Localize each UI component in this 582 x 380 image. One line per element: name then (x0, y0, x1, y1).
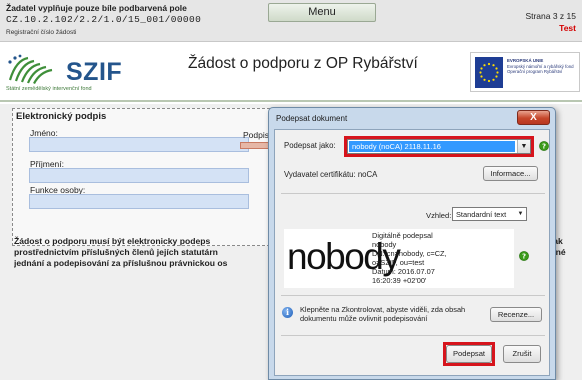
szif-wave-icon (8, 54, 53, 84)
eu-flag-icon (475, 57, 503, 88)
review-notice-text: Klepněte na Zkontrolovat, abyste viděli,… (300, 305, 466, 323)
sign-as-select[interactable]: nobody (noCA) 2118.11.16 ▼ (347, 139, 531, 154)
registration-number-label: Registrační číslo žádosti (6, 29, 77, 36)
signature-label: Podpis (243, 130, 269, 140)
eu-badge-text: EVROPSKÁ UNIE Evropský námořní a rybářsk… (507, 58, 579, 75)
cancel-button[interactable]: Zrušit (503, 345, 541, 363)
environment-badge: Test (559, 23, 576, 33)
sign-as-label: Podepsat jako: (284, 141, 336, 150)
preview-details: Digitálně podepsal nobody DN: cn=nobody,… (372, 231, 447, 285)
paragraph-line-2: prostřednictvím příslušných členů jejích… (14, 247, 218, 257)
svg-text:?: ? (542, 143, 546, 151)
chevron-down-icon[interactable]: ▼ (515, 208, 526, 220)
form-header: Žadatel vyplňuje pouze bíle podbarvená p… (0, 0, 582, 42)
preview-line: DN: cn=nobody, c=CZ, (372, 249, 447, 258)
sign-as-value: nobody (noCA) 2118.11.16 (349, 141, 515, 152)
registration-number: CZ.10.2.102/2.2/1.0/15_001/00000 (6, 14, 202, 25)
instruction-paragraph: Žádost o podporu musí být elektronicky p… (14, 236, 282, 269)
first-name-field[interactable] (29, 137, 249, 152)
sign-document-dialog: Podepsat dokument X Podepsat jako: nobod… (268, 107, 556, 380)
help-icon[interactable]: ? (539, 141, 549, 151)
signature-field-marker[interactable] (240, 142, 270, 149)
szif-wordmark: SZIF (66, 58, 123, 86)
page-indicator: Strana 3 z 15 (525, 11, 576, 21)
menu-button[interactable]: Menu (268, 3, 376, 22)
appearance-value: Standardní text (456, 210, 507, 219)
paragraph-line-1: Žádost o podporu musí být elektronicky p… (14, 236, 211, 246)
appearance-select[interactable]: Standardní text ▼ (452, 207, 527, 221)
page-title: Žádost o podporu z OP Rybářství (188, 55, 418, 72)
issuer-label: Vydavatel certifikátu: noCA (284, 170, 378, 179)
info-icon: i (282, 307, 293, 318)
separator (281, 193, 545, 194)
preview-line: o=SZIF, ou=test (372, 258, 425, 267)
fill-notice: Žadatel vyplňuje pouze bíle podbarvená p… (6, 3, 187, 13)
role-field[interactable] (29, 194, 249, 209)
svg-text:?: ? (522, 253, 526, 261)
preview-line: Digitálně podepsal (372, 231, 433, 240)
close-button[interactable]: X (517, 110, 550, 125)
eu-badge: EVROPSKÁ UNIE Evropský námořní a rybářsk… (470, 52, 580, 92)
help-icon[interactable]: ? (519, 251, 529, 261)
preview-line: Datum: 2016.07.07 (372, 267, 435, 276)
preview-line: nobody (372, 240, 397, 249)
info-button[interactable]: Informace... (483, 166, 538, 181)
separator (281, 335, 545, 336)
dialog-title: Podepsat dokument (276, 114, 348, 123)
appearance-label: Vzhled: (426, 211, 452, 220)
szif-logo: SZIF Státní zemědělský intervenční fond (6, 50, 134, 94)
dialog-content: Podepsat jako: nobody (noCA) 2118.11.16 … (274, 129, 550, 376)
dialog-titlebar[interactable]: Podepsat dokument X (269, 108, 555, 128)
signature-preview: nobody Digitálně podepsal nobody DN: cn=… (284, 229, 514, 288)
review-button[interactable]: Recenze... (490, 307, 542, 322)
last-name-field[interactable] (29, 168, 249, 183)
szif-subtitle: Státní zemědělský intervenční fond (6, 86, 92, 92)
paragraph-line-3: jednání a podepisování za příslušnou prá… (14, 258, 228, 268)
separator (281, 295, 545, 296)
section-title: Elektronický podpis (16, 111, 107, 122)
chevron-down-icon[interactable]: ▼ (517, 140, 530, 153)
sign-button[interactable]: Podepsat (446, 345, 492, 363)
eu-line-3: Operační program Rybářství (507, 69, 563, 75)
title-band: SZIF Státní zemědělský intervenční fond … (0, 42, 582, 102)
preview-line: 16:20:39 +02'00' (372, 276, 427, 285)
